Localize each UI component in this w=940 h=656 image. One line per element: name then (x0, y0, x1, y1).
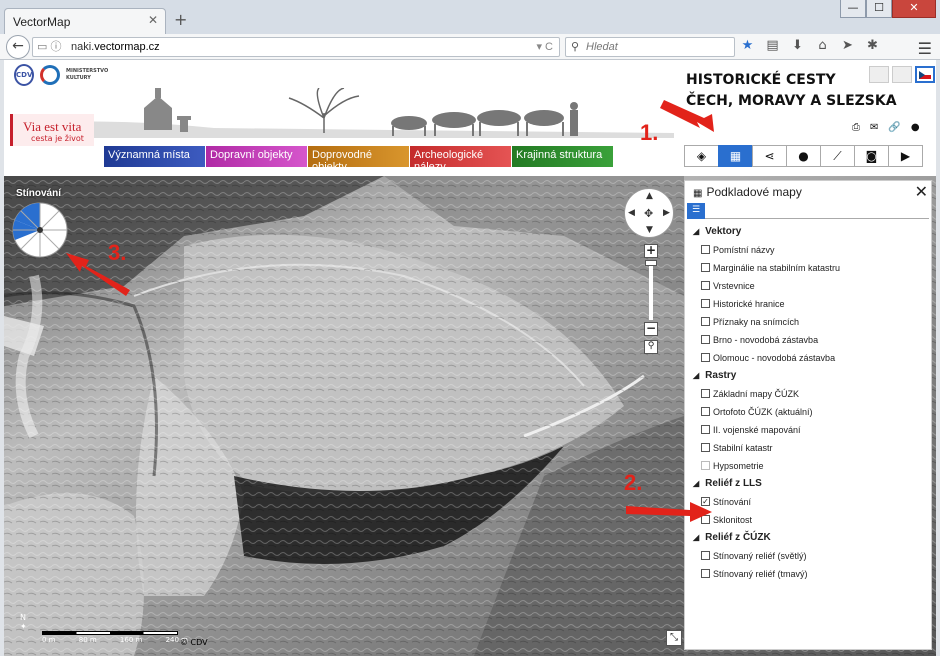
arrow-1-icon (660, 100, 714, 132)
arrow-2-icon (626, 502, 712, 522)
annotation-1: 1. (640, 120, 659, 145)
annotation-arrows (66, 100, 714, 522)
annotation-3: 3. (108, 240, 127, 265)
annotation-2: 2. (624, 470, 643, 495)
